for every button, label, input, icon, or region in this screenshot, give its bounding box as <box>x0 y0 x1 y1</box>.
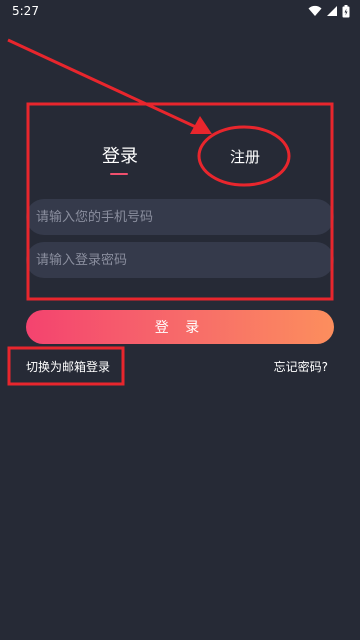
tab-active-indicator <box>110 173 128 175</box>
status-icons <box>308 4 350 18</box>
forgot-password-link[interactable]: 忘记密码? <box>274 358 328 375</box>
tab-login[interactable]: 登录 <box>102 142 138 168</box>
wifi-icon <box>308 5 322 16</box>
status-bar: 5:27 <box>0 0 360 22</box>
password-input[interactable] <box>26 242 334 278</box>
login-register-tabs: 登录 注册 <box>0 142 360 182</box>
phone-input[interactable] <box>26 199 334 235</box>
switch-email-login-link[interactable]: 切换为邮箱登录 <box>26 358 110 375</box>
login-button[interactable]: 登 录 <box>26 310 334 344</box>
tab-register[interactable]: 注册 <box>230 146 260 167</box>
signal-icon <box>327 6 337 16</box>
annotation-arrow-head <box>190 116 212 134</box>
status-time: 5:27 <box>12 4 39 18</box>
battery-icon <box>342 4 350 17</box>
annotation-arrow-line <box>7 38 199 130</box>
